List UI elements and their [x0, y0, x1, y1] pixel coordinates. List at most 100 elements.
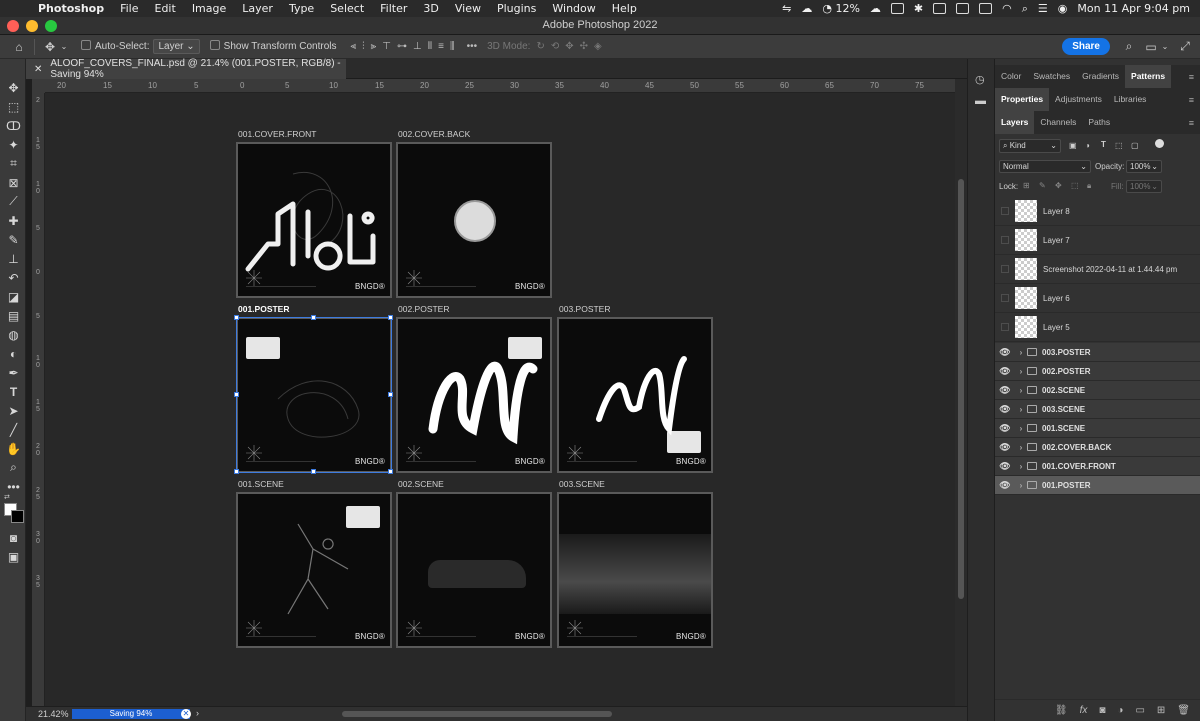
move-tool-icon[interactable]: ✥ — [43, 40, 57, 54]
background-color-swatch[interactable] — [11, 510, 24, 523]
auto-select-dropdown[interactable]: Layer ⌄ — [153, 39, 200, 54]
layer-group-row[interactable]: 👁︎ › 001.COVER.FRONT — [995, 457, 1200, 476]
tab-swatches[interactable]: Swatches — [1027, 65, 1076, 88]
layer-group-row[interactable]: 👁︎ › 002.COVER.BACK — [995, 438, 1200, 457]
artboard-label[interactable]: 001.SCENE — [238, 479, 284, 489]
visibility-toggle-off[interactable] — [1001, 236, 1009, 244]
horizontal-ruler[interactable]: 20 15 10 5 0 5 10 15 20 25 30 35 40 45 5… — [45, 79, 955, 93]
workspace-icon[interactable]: ▭ — [1144, 40, 1158, 54]
siri-icon[interactable]: ◉ — [1058, 2, 1068, 15]
artboard-label-selected[interactable]: 001.POSTER — [238, 304, 290, 314]
roll-3d-icon[interactable]: ⟲ — [551, 41, 559, 52]
blur-tool-icon[interactable]: ◍ — [5, 326, 22, 343]
chevron-down-icon[interactable]: ⌄ — [1158, 40, 1172, 54]
transform-handle[interactable] — [388, 392, 393, 397]
align-left-icon[interactable]: ⫷ — [351, 41, 357, 52]
layer-group-row[interactable]: 👁︎ › 003.POSTER — [995, 343, 1200, 362]
artboard-label[interactable]: 001.COVER.FRONT — [238, 129, 316, 139]
menu-help[interactable]: Help — [604, 2, 645, 15]
link-layers-icon[interactable]: ⛓ — [1055, 705, 1068, 716]
chevron-right-icon[interactable]: › — [1015, 462, 1027, 471]
visibility-toggle-off[interactable] — [1001, 323, 1009, 331]
magic-wand-tool-icon[interactable]: ✦ — [5, 136, 22, 153]
control-center-icon[interactable]: ☰ — [1038, 2, 1048, 15]
panel-menu-icon[interactable]: ≡ — [1189, 118, 1194, 128]
layer-style-fx-icon[interactable]: fx — [1080, 705, 1088, 716]
quick-mask-icon[interactable]: ◙ — [5, 529, 22, 546]
layer-group-row[interactable]: 👁︎ › 001.SCENE — [995, 419, 1200, 438]
move-tool-icon[interactable]: ✥ — [5, 79, 22, 96]
tab-layers[interactable]: Layers — [995, 111, 1035, 134]
transform-handle[interactable] — [234, 315, 239, 320]
opacity-input[interactable]: 100% ⌄ — [1126, 160, 1162, 173]
align-right-icon[interactable]: ⫸ — [371, 41, 377, 52]
eye-icon[interactable]: 👁︎ — [995, 404, 1015, 415]
lock-artboard-icon[interactable]: ⬚ — [1071, 181, 1079, 190]
transform-handle[interactable] — [388, 469, 393, 474]
layer-row[interactable]: Layer 5 — [995, 313, 1200, 342]
battery-status[interactable]: ◔ 12% — [822, 2, 860, 15]
document-canvas[interactable]: 001.COVER.FRONT BNGD® 002.COVER.BACK BNG… — [45, 93, 955, 706]
line-tool-icon[interactable]: ╱ — [5, 421, 22, 438]
clipboard-icon[interactable] — [933, 3, 947, 14]
dodge-tool-icon[interactable]: ◐ — [5, 345, 22, 362]
delete-layer-trash-icon[interactable]: 🗑︎ — [1177, 705, 1190, 716]
chevron-right-icon[interactable]: › — [1015, 386, 1027, 395]
share-button[interactable]: Share — [1062, 38, 1110, 55]
cloud-icon[interactable]: ☁ — [870, 2, 881, 15]
menu-clock[interactable]: Mon 11 Apr 9:04 pm — [1077, 2, 1190, 15]
tab-channels[interactable]: Channels — [1034, 111, 1082, 134]
filter-adjustment-icon[interactable]: ◑ — [1085, 141, 1090, 150]
eye-icon[interactable]: 👁︎ — [995, 385, 1015, 396]
chevron-right-icon[interactable]: › — [1015, 348, 1027, 357]
hand-tool-icon[interactable]: ✋ — [5, 440, 22, 457]
filter-toggle-icon[interactable] — [1155, 139, 1164, 148]
layer-group-row[interactable]: 👁︎ › 002.SCENE — [995, 381, 1200, 400]
history-brush-tool-icon[interactable]: ↶ — [5, 269, 22, 286]
menu-edit[interactable]: Edit — [147, 2, 184, 15]
transform-handle[interactable] — [234, 392, 239, 397]
align-bottom-icon[interactable]: ⊥ — [413, 41, 422, 52]
align-top-icon[interactable]: ⊤ — [382, 41, 391, 52]
artboard-001-scene[interactable]: BNGD® — [236, 492, 392, 648]
display-icon[interactable] — [956, 3, 970, 14]
artboard-label[interactable]: 002.POSTER — [398, 304, 450, 314]
gradient-tool-icon[interactable]: ▤ — [5, 307, 22, 324]
vertical-scrollbar[interactable] — [955, 79, 967, 706]
artboard-label[interactable]: 003.SCENE — [559, 479, 605, 489]
adjustment-layer-icon[interactable]: ◑ — [1117, 705, 1123, 716]
menu-layer[interactable]: Layer — [234, 2, 281, 15]
swap-colors-icon[interactable]: ⇄ — [4, 493, 10, 501]
bluetooth-icon[interactable]: ✱ — [914, 2, 923, 15]
menu-type[interactable]: Type — [281, 2, 322, 15]
tab-patterns[interactable]: Patterns — [1125, 65, 1172, 88]
fill-input[interactable]: 100% ⌄ — [1126, 180, 1162, 193]
transform-handle[interactable] — [234, 469, 239, 474]
menu-select[interactable]: Select — [322, 2, 372, 15]
cancel-save-icon[interactable]: ✕ — [181, 709, 191, 719]
menu-view[interactable]: View — [447, 2, 489, 15]
menu-filter[interactable]: Filter — [372, 2, 415, 15]
zoom-tool-icon[interactable]: ⌕ — [5, 459, 22, 476]
search-icon[interactable]: ⌕ — [1122, 39, 1136, 54]
layer-group-row[interactable]: 👁︎ › 002.POSTER — [995, 362, 1200, 381]
path-selection-tool-icon[interactable]: ➤ — [5, 402, 22, 419]
layer-row[interactable]: Layer 6 — [995, 284, 1200, 313]
align-center-h-icon[interactable]: ⫶ — [362, 41, 365, 52]
filter-pixel-icon[interactable]: ▣ — [1069, 141, 1077, 150]
pen-tool-icon[interactable]: ✒ — [5, 364, 22, 381]
status-menu-chevron-icon[interactable]: › — [196, 708, 199, 718]
clone-stamp-tool-icon[interactable]: ⊥ — [5, 250, 22, 267]
tab-libraries[interactable]: Libraries — [1108, 88, 1153, 111]
lock-image-icon[interactable]: ✎ — [1039, 181, 1046, 190]
healing-brush-tool-icon[interactable]: ✚ — [5, 212, 22, 229]
align-middle-v-icon[interactable]: ⊶ — [397, 41, 407, 52]
artboard-003-poster[interactable]: BNGD® — [557, 317, 713, 473]
home-icon[interactable]: ⌂ — [12, 40, 26, 54]
artboard-001-cover-front[interactable]: BNGD® — [236, 142, 392, 298]
chevron-right-icon[interactable]: › — [1015, 443, 1027, 452]
menu-file[interactable]: File — [112, 2, 146, 15]
transform-controls-checkbox[interactable] — [209, 40, 224, 53]
tab-adjustments[interactable]: Adjustments — [1049, 88, 1108, 111]
chevron-right-icon[interactable]: › — [1015, 481, 1027, 490]
